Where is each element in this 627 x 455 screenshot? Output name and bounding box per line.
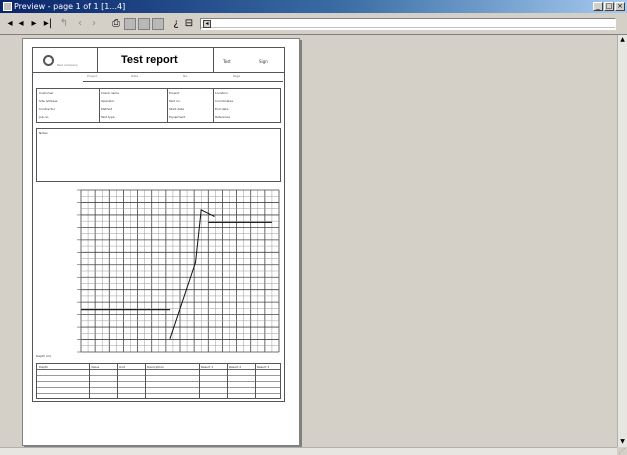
info-col-divider <box>213 89 214 122</box>
data-point <box>169 337 171 339</box>
scroll-down-icon[interactable]: ▼ <box>618 437 627 446</box>
report-title: Test report <box>121 54 178 66</box>
test-chart <box>77 189 280 353</box>
results-table-rule <box>37 393 280 394</box>
help-icon[interactable]: ¿ <box>170 17 182 31</box>
last-page-button[interactable]: ▸| <box>42 17 54 31</box>
results-header: Result 2 <box>229 365 242 369</box>
results-col-divider <box>145 364 146 398</box>
results-header: Unit <box>119 365 126 369</box>
info-cell: Site address <box>39 99 58 103</box>
horizontal-scrollbar[interactable] <box>0 447 617 455</box>
header-small-2: Date <box>131 74 139 78</box>
zoom-in-icon[interactable]: › <box>88 17 100 31</box>
window-title: Preview - page 1 of 1 [1...4] <box>14 2 126 11</box>
report-page: Test company Test report Test Sign Proje… <box>22 38 300 446</box>
data-point <box>213 215 215 217</box>
header-small-1: Project <box>87 74 98 78</box>
logo-caption: Test company <box>57 63 78 67</box>
maximize-button[interactable]: □ <box>604 2 614 11</box>
info-cell: Contractor <box>39 107 55 111</box>
chart-footer: Depth (m) <box>36 354 52 358</box>
chart-area: Depth (m) <box>33 186 284 362</box>
info-cell: End date <box>215 107 229 111</box>
results-col-divider <box>199 364 200 398</box>
info-cell: Test type <box>101 115 115 119</box>
data-point <box>194 261 197 263</box>
info-table: Customer Client name Project Location Si… <box>36 88 281 123</box>
print-icon[interactable]: ⎙ <box>110 17 122 31</box>
size-grip-icon[interactable]: ⋰ <box>617 447 627 455</box>
copy-icon[interactable] <box>138 18 150 30</box>
results-col-divider <box>117 364 118 398</box>
page-options-icon[interactable]: ↰ <box>58 17 70 31</box>
scroll-up-icon[interactable]: ▲ <box>618 35 627 44</box>
title-bar: Preview - page 1 of 1 [1...4] _ □ × <box>0 0 627 13</box>
info-cell: Start date <box>169 107 185 111</box>
header-divider-2 <box>213 48 214 72</box>
remarks-box: Notes <box>36 128 281 182</box>
next-page-button[interactable]: ▸ <box>28 17 40 31</box>
zoom-slider[interactable]: ◂ <box>200 18 616 30</box>
zoom-fit-icon[interactable]: ⊟ <box>183 17 195 31</box>
results-col-divider <box>227 364 228 398</box>
info-col-divider <box>99 89 100 122</box>
info-cell: Reference <box>215 115 231 119</box>
zoom-out-icon[interactable]: ‹ <box>74 17 86 31</box>
results-table-rule <box>37 369 280 370</box>
results-header: Description <box>147 365 165 369</box>
app-icon <box>3 2 12 11</box>
results-header: Result 1 <box>201 365 214 369</box>
minimize-button[interactable]: _ <box>593 2 603 11</box>
vertical-scrollbar[interactable]: ▲ ▼ <box>617 35 627 447</box>
data-series-line <box>169 209 215 339</box>
zoom-track <box>201 27 615 28</box>
prev-page-button[interactable]: ◂ <box>15 17 27 31</box>
info-cell: Job no. <box>39 115 50 119</box>
info-cell: Project <box>169 91 180 95</box>
header-rule <box>33 72 284 73</box>
print-setup-icon[interactable] <box>124 18 136 30</box>
company-logo-icon <box>43 55 54 66</box>
results-col-divider <box>255 364 256 398</box>
data-point <box>200 209 202 211</box>
header-small-3: No. <box>183 74 188 78</box>
info-cell: Test no. <box>169 99 181 103</box>
info-cell: Operator <box>101 99 115 103</box>
report-frame: Test company Test report Test Sign Proje… <box>32 47 285 402</box>
info-col-divider <box>167 89 168 122</box>
results-table: Depth Value Unit Description Result 1 Re… <box>36 363 281 399</box>
info-cell: Client name <box>101 91 120 95</box>
results-header: Value <box>91 365 100 369</box>
header-small-4: Page <box>233 74 241 78</box>
results-col-divider <box>89 364 90 398</box>
results-header: Result 3 <box>257 365 270 369</box>
header-right-1: Test <box>223 59 231 64</box>
header-divider-1 <box>97 48 98 72</box>
info-cell: Equipment <box>169 115 186 119</box>
results-header: Depth <box>39 365 49 369</box>
info-cell: Method <box>101 107 113 111</box>
header-right-2: Sign <box>259 59 268 64</box>
info-cell: Coordinates <box>215 99 234 103</box>
results-table-rule <box>37 387 280 388</box>
save-icon[interactable] <box>152 18 164 30</box>
close-button[interactable]: × <box>615 2 625 11</box>
results-table-rule <box>37 375 280 376</box>
remarks-label: Notes <box>39 131 48 135</box>
results-table-rule <box>37 381 280 382</box>
zoom-handle[interactable]: ◂ <box>203 20 211 28</box>
header-rule-2 <box>83 81 283 82</box>
info-cell: Customer <box>39 91 54 95</box>
info-cell: Location <box>215 91 228 95</box>
